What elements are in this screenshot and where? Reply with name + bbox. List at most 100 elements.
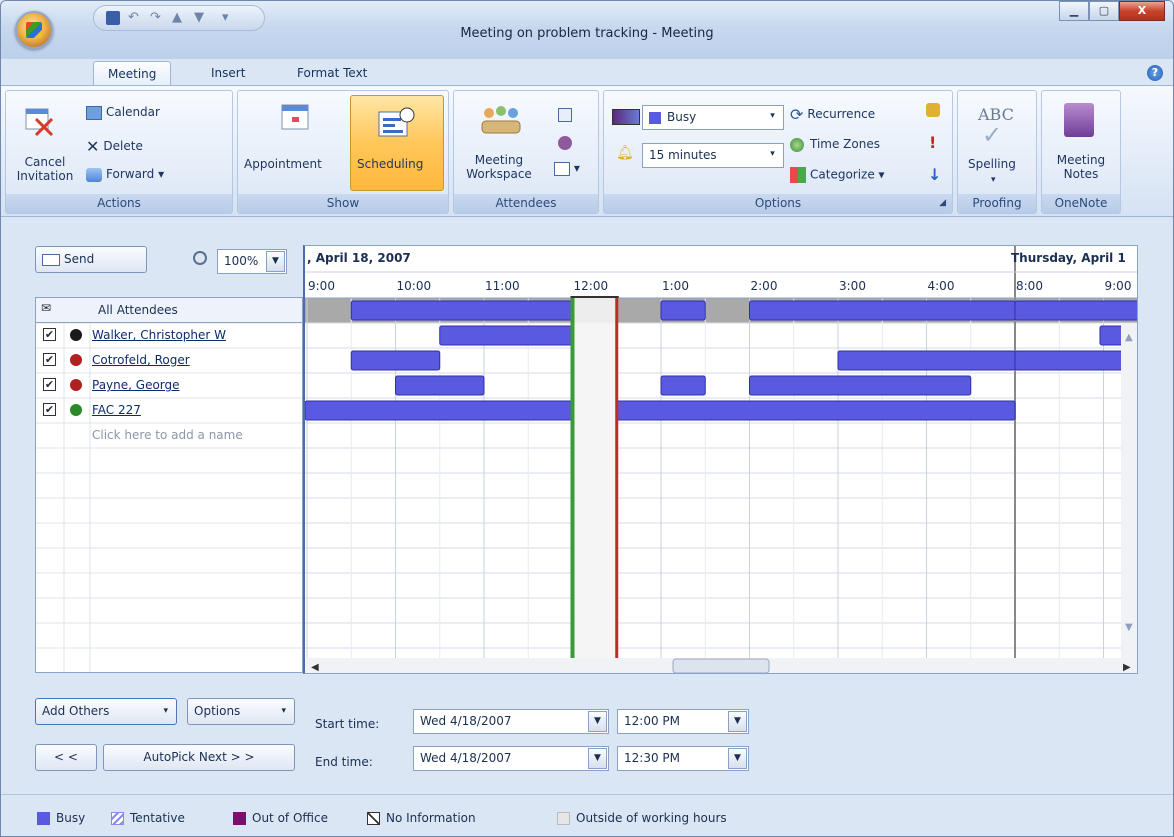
group-actions: Cancel Invitation Calendar ✕ Delete Forwar… <box>5 90 233 214</box>
busy-block <box>837 350 1016 371</box>
meeting-notes-button[interactable]: Meeting Notes <box>1050 153 1112 181</box>
required-attendee-icon[interactable] <box>70 354 82 366</box>
end-date-select[interactable]: Wed 4/18/2007 ▼ <box>413 746 609 771</box>
meeting-window: ↶ ↷ ▲ ▼ ▾ Meeting on problem tracking - … <box>0 0 1174 837</box>
attendee-checkbox[interactable]: ✔ <box>43 403 56 416</box>
options-button[interactable]: Options ▾ <box>187 698 295 725</box>
meeting-workspace-button[interactable]: Meeting Workspace <box>462 153 536 181</box>
save-icon[interactable] <box>106 11 120 25</box>
busy-block <box>660 375 706 396</box>
attendee-checkbox[interactable]: ✔ <box>43 353 56 366</box>
check-names-icon[interactable] <box>558 135 572 150</box>
add-name-field[interactable]: Click here to add a name <box>92 428 243 442</box>
attendee-name[interactable]: FAC 227 <box>92 403 141 417</box>
send-button[interactable]: Send <box>35 246 147 273</box>
send-icon <box>42 253 60 266</box>
scheduling-button[interactable]: Scheduling <box>350 95 444 191</box>
scheduling-label: Scheduling <box>357 157 424 171</box>
time-label: 11:00 <box>485 279 520 293</box>
group-attendees: Meeting Workspace ▾ Attendees <box>453 90 599 214</box>
legend-tentative: Tentative <box>111 811 185 825</box>
recurrence-button[interactable]: ⟳ Recurrence <box>790 105 875 124</box>
scroll-down-icon: ▼ <box>1125 622 1133 633</box>
close-button[interactable]: X <box>1119 1 1165 21</box>
ribbon-tabs: Meeting Insert Format Text <box>1 59 1173 85</box>
appointment-button[interactable]: Appointment <box>244 157 322 171</box>
selected-meeting-slot <box>572 298 617 673</box>
group-label-actions: Actions <box>6 194 232 213</box>
spelling-dropdown-icon[interactable]: ▾ <box>991 175 996 185</box>
spelling-button[interactable]: Spelling <box>968 157 1016 171</box>
busy-block <box>1014 350 1137 371</box>
busy-block <box>305 400 573 421</box>
zoom-icon <box>193 251 207 265</box>
help-icon[interactable]: ? <box>1147 65 1163 81</box>
scroll-left-icon: ◀ <box>311 662 319 673</box>
scheduling-icon <box>377 106 417 143</box>
scroll-up-icon: ▲ <box>1125 332 1133 343</box>
tab-meeting[interactable]: Meeting <box>93 61 172 85</box>
group-show: Appointment Scheduling Show <box>237 90 449 214</box>
autopick-next-button[interactable]: AutoPick Next > > <box>103 744 295 771</box>
attendee-name[interactable]: Cotrofeld, Roger <box>92 353 190 367</box>
delete-button[interactable]: ✕ Delete <box>86 137 143 156</box>
customize-qat-icon[interactable]: ▾ <box>222 11 236 25</box>
forward-button[interactable]: Forward ▾ <box>86 167 164 182</box>
group-proofing: ABC ✓ Spelling ▾ Proofing <box>957 90 1037 214</box>
time-label: 12:00 <box>574 279 609 293</box>
resource-attendee-icon[interactable] <box>70 404 82 416</box>
recurrence-icon: ⟳ <box>790 105 804 124</box>
zoom-select[interactable]: 100% ▼ <box>217 249 287 274</box>
required-attendee-icon[interactable] <box>70 379 82 391</box>
title-bar: ↶ ↷ ▲ ▼ ▾ Meeting on problem tracking - … <box>1 1 1173 59</box>
organizer-attendee-icon[interactable] <box>70 329 82 341</box>
attendee-list: ✉ All Attendees ✔ Walker, Christopher W ✔ C… <box>35 297 303 673</box>
legend-busy: Busy <box>37 811 85 825</box>
attendee-name[interactable]: Walker, Christopher W <box>92 328 226 342</box>
group-label-proofing: Proofing <box>958 194 1036 213</box>
attendee-checkbox[interactable]: ✔ <box>43 328 56 341</box>
next-item-icon[interactable]: ▼ <box>194 11 208 25</box>
meeting-notes-icon <box>1064 103 1094 137</box>
reminder-select[interactable]: 15 minutes ▾ <box>642 143 784 168</box>
scroll-right-icon: ▶ <box>1123 662 1131 673</box>
busy-swatch-icon <box>649 111 661 124</box>
previous-item-icon[interactable]: ▲ <box>172 11 186 25</box>
busy-block <box>350 350 441 371</box>
low-importance-icon[interactable]: ↓ <box>928 165 941 184</box>
calendar-button[interactable]: Calendar <box>86 105 160 120</box>
redo-icon[interactable]: ↷ <box>150 11 164 25</box>
all-attendees-label: All Attendees <box>98 303 178 317</box>
busy-block <box>616 400 1016 421</box>
minimize-button[interactable]: ▁ <box>1059 1 1089 21</box>
show-as-select[interactable]: Busy ▾ <box>642 105 784 130</box>
dialog-launcher-icon[interactable]: ◢ <box>939 194 946 213</box>
undo-icon[interactable]: ↶ <box>128 11 142 25</box>
legend: Busy Tentative Out of Office No Informat… <box>1 794 1173 836</box>
maximize-button[interactable]: ▢ <box>1089 1 1119 21</box>
start-date-select[interactable]: Wed 4/18/2007 ▼ <box>413 709 609 734</box>
busy-block <box>395 375 485 396</box>
address-book-icon[interactable] <box>558 107 572 122</box>
high-importance-icon[interactable]: ! <box>929 133 936 152</box>
attendee-name[interactable]: Payne, George <box>92 378 180 392</box>
legend-no-info: No Information <box>367 811 476 825</box>
autopick-previous-button[interactable]: < < <box>35 744 97 771</box>
private-lock-icon[interactable] <box>926 103 940 117</box>
cancel-invitation-icon <box>22 105 56 137</box>
calendar-icon <box>86 105 102 120</box>
tab-format-text[interactable]: Format Text <box>283 61 381 85</box>
categorize-button[interactable]: Categorize ▾ <box>790 167 885 183</box>
add-others-button[interactable]: Add Others ▾ <box>35 698 177 725</box>
start-time-select[interactable]: 12:00 PM ▼ <box>617 709 749 734</box>
attendee-checkbox[interactable]: ✔ <box>43 378 56 391</box>
group-label-options: Options ◢ <box>604 194 952 213</box>
response-options-icon[interactable]: ▾ <box>554 161 580 176</box>
time-zones-button[interactable]: Time Zones <box>790 137 880 152</box>
tab-insert[interactable]: Insert <box>197 61 259 85</box>
time-label: 2:00 <box>751 279 778 293</box>
cancel-invitation-button[interactable]: Cancel Invitation <box>14 155 76 183</box>
end-time-select[interactable]: 12:30 PM ▼ <box>617 746 749 771</box>
group-label-onenote: OneNote <box>1042 194 1120 213</box>
mail-all-icon[interactable]: ✉ <box>41 301 51 315</box>
